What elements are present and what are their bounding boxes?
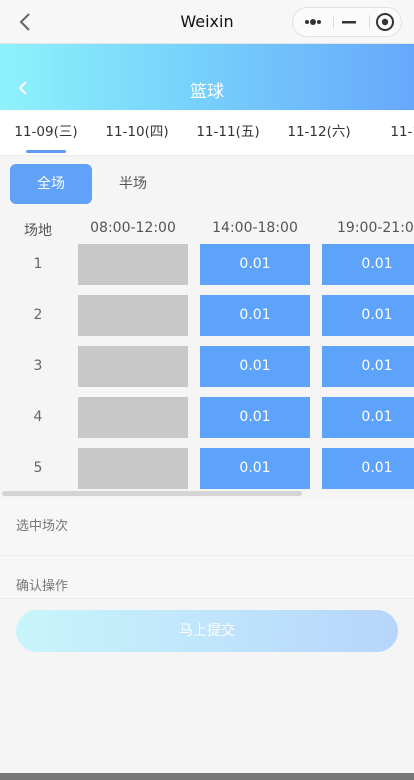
slot-header: 08:00-12:00 xyxy=(90,220,176,236)
slot-cell[interactable]: 0.01 xyxy=(322,244,414,285)
court-number: 1 xyxy=(33,256,43,272)
date-tab-4[interactable]: 11-13 xyxy=(364,110,414,155)
selected-sessions-section: 选中场次 xyxy=(0,500,414,556)
slot-header: 14:00-18:00 xyxy=(212,220,298,236)
slot-header: 19:00-21:00 xyxy=(337,220,414,236)
half-court-button[interactable]: 半场 xyxy=(92,164,174,204)
close-target-icon[interactable] xyxy=(367,8,403,36)
slot-cell[interactable]: 0.01 xyxy=(200,346,310,387)
court-number: 2 xyxy=(33,307,43,323)
date-tabs: 11-09(三) 11-10(四) 11-11(五) 11-12(六) 11-1… xyxy=(0,110,414,156)
selected-sessions-label: 选中场次 xyxy=(16,519,69,534)
date-tab-2[interactable]: 11-11(五) xyxy=(182,110,274,155)
grid-scrollbar-track xyxy=(0,490,414,498)
slot-cell-unavailable xyxy=(78,448,188,489)
slot-cell[interactable]: 0.01 xyxy=(200,295,310,336)
slot-cell-unavailable xyxy=(78,397,188,438)
date-tab-0[interactable]: 11-09(三) xyxy=(0,110,92,155)
slot-cell-unavailable xyxy=(78,346,188,387)
date-tab-3[interactable]: 11-12(六) xyxy=(273,110,365,155)
slot-cell[interactable]: 0.01 xyxy=(322,346,414,387)
page-title: 篮球 xyxy=(190,82,224,102)
court-number: 4 xyxy=(33,409,43,425)
slot-cell-unavailable xyxy=(78,244,188,285)
full-court-button[interactable]: 全场 xyxy=(10,164,92,204)
wechat-title-bar: Weixin xyxy=(0,0,414,44)
confirm-section: 确认操作 xyxy=(0,557,414,599)
grid-scrollbar-thumb[interactable] xyxy=(2,491,302,496)
confirm-label: 确认操作 xyxy=(16,579,69,594)
slot-cell[interactable]: 0.01 xyxy=(200,397,310,438)
grid-corner-label: 场地 xyxy=(24,223,52,239)
booking-grid: 场地 08:00-12:00 14:00-18:00 19:00-21:00 1… xyxy=(0,212,414,494)
submit-button[interactable]: 马上提交 xyxy=(16,610,398,652)
court-number: 3 xyxy=(33,358,43,374)
slot-cell[interactable]: 0.01 xyxy=(322,448,414,489)
slot-cell-unavailable xyxy=(78,295,188,336)
court-number: 5 xyxy=(33,460,43,476)
more-icon[interactable] xyxy=(295,8,331,36)
date-tab-1[interactable]: 11-10(四) xyxy=(91,110,183,155)
slot-cell[interactable]: 0.01 xyxy=(322,295,414,336)
capsule-menu xyxy=(292,7,402,37)
minimize-icon[interactable] xyxy=(331,8,367,36)
back-icon[interactable] xyxy=(16,12,36,32)
slot-cell[interactable]: 0.01 xyxy=(200,448,310,489)
slot-cell[interactable]: 0.01 xyxy=(200,244,310,285)
slot-cell[interactable]: 0.01 xyxy=(322,397,414,438)
bottom-edge xyxy=(0,773,414,780)
